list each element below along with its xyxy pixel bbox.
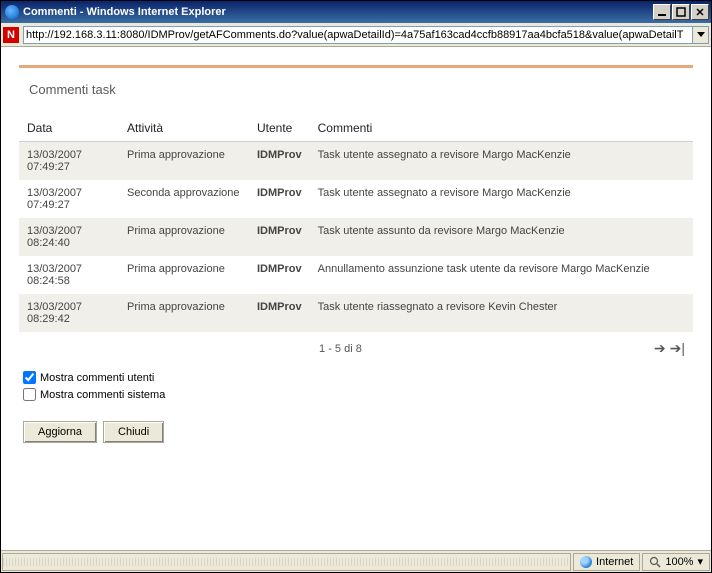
chevron-down-icon: ▾ (697, 555, 703, 568)
check-user-comments[interactable]: Mostra commenti utenti (23, 371, 689, 384)
cell-comment: Annullamento assunzione task utente da r… (310, 256, 693, 294)
cell-user: IDMProv (249, 256, 310, 294)
favicon: N (3, 27, 19, 43)
status-zoom[interactable]: 100% ▾ (642, 553, 710, 571)
globe-icon (580, 556, 592, 568)
cell-user: IDMProv (249, 294, 310, 332)
status-zoom-label: 100% (665, 556, 693, 568)
table-row: 13/03/2007 07:49:27Seconda approvazioneI… (19, 180, 693, 218)
panel-title: Commenti task (19, 68, 693, 115)
magnifier-icon (649, 556, 661, 568)
table-row: 13/03/2007 08:29:42Prima approvazioneIDM… (19, 294, 693, 332)
filter-checks: Mostra commenti utenti Mostra commenti s… (19, 365, 693, 411)
cell-date: 13/03/2007 08:29:42 (19, 294, 119, 332)
window-controls (653, 4, 709, 20)
status-bar: Internet 100% ▾ (1, 550, 711, 572)
cell-comment: Task utente assunto da revisore Margo Ma… (310, 218, 693, 256)
cell-activity: Prima approvazione (119, 218, 249, 256)
cell-user: IDMProv (249, 218, 310, 256)
cell-activity: Seconda approvazione (119, 180, 249, 218)
table-row: 13/03/2007 08:24:40Prima approvazioneIDM… (19, 218, 693, 256)
col-header-user: Utente (249, 115, 310, 142)
comments-table: Data Attività Utente Commenti 13/03/2007… (19, 115, 693, 332)
cell-user: IDMProv (249, 180, 310, 218)
cell-date: 13/03/2007 07:49:27 (19, 180, 119, 218)
close-panel-button[interactable]: Chiudi (103, 421, 164, 443)
cell-activity: Prima approvazione (119, 256, 249, 294)
check-system-comments-box[interactable] (23, 388, 36, 401)
cell-comment: Task utente riassegnato a revisore Kevin… (310, 294, 693, 332)
window-title: Commenti - Windows Internet Explorer (23, 6, 653, 18)
minimize-button[interactable] (653, 4, 671, 20)
check-system-comments-label: Mostra commenti sistema (40, 389, 165, 401)
status-zone: Internet (573, 553, 640, 571)
cell-comment: Task utente assegnato a revisore Margo M… (310, 180, 693, 218)
address-bar: N (1, 23, 711, 47)
next-page-icon[interactable]: ➔ (654, 340, 666, 357)
cell-date: 13/03/2007 08:24:40 (19, 218, 119, 256)
url-input[interactable] (23, 26, 693, 44)
address-dropdown-button[interactable] (693, 26, 709, 44)
check-system-comments[interactable]: Mostra commenti sistema (23, 388, 689, 401)
pager-range: 1 - 5 di 8 (27, 343, 654, 355)
refresh-button[interactable]: Aggiorna (23, 421, 97, 443)
close-button[interactable] (691, 4, 709, 20)
cell-activity: Prima approvazione (119, 294, 249, 332)
ie-icon (5, 5, 19, 19)
browser-window: Commenti - Windows Internet Explorer N C… (0, 0, 712, 573)
cell-date: 13/03/2007 07:49:27 (19, 142, 119, 181)
page-content: Commenti task Data Attività Utente Comme… (1, 47, 711, 550)
status-zone-label: Internet (596, 556, 633, 568)
cell-comment: Task utente assegnato a revisore Margo M… (310, 142, 693, 181)
check-user-comments-box[interactable] (23, 371, 36, 384)
check-user-comments-label: Mostra commenti utenti (40, 372, 154, 384)
cell-date: 13/03/2007 08:24:58 (19, 256, 119, 294)
cell-activity: Prima approvazione (119, 142, 249, 181)
col-header-comment: Commenti (310, 115, 693, 142)
col-header-activity: Attività (119, 115, 249, 142)
pager: 1 - 5 di 8 ➔ ➔| (19, 332, 693, 365)
cell-user: IDMProv (249, 142, 310, 181)
last-page-icon[interactable]: ➔| (670, 340, 685, 357)
col-header-date: Data (19, 115, 119, 142)
title-bar: Commenti - Windows Internet Explorer (1, 1, 711, 23)
comments-panel: Commenti task Data Attività Utente Comme… (19, 65, 693, 453)
table-row: 13/03/2007 08:24:58Prima approvazioneIDM… (19, 256, 693, 294)
status-spacer (2, 553, 571, 571)
button-row: Aggiorna Chiudi (19, 411, 693, 453)
table-row: 13/03/2007 07:49:27Prima approvazioneIDM… (19, 142, 693, 181)
maximize-button[interactable] (672, 4, 690, 20)
